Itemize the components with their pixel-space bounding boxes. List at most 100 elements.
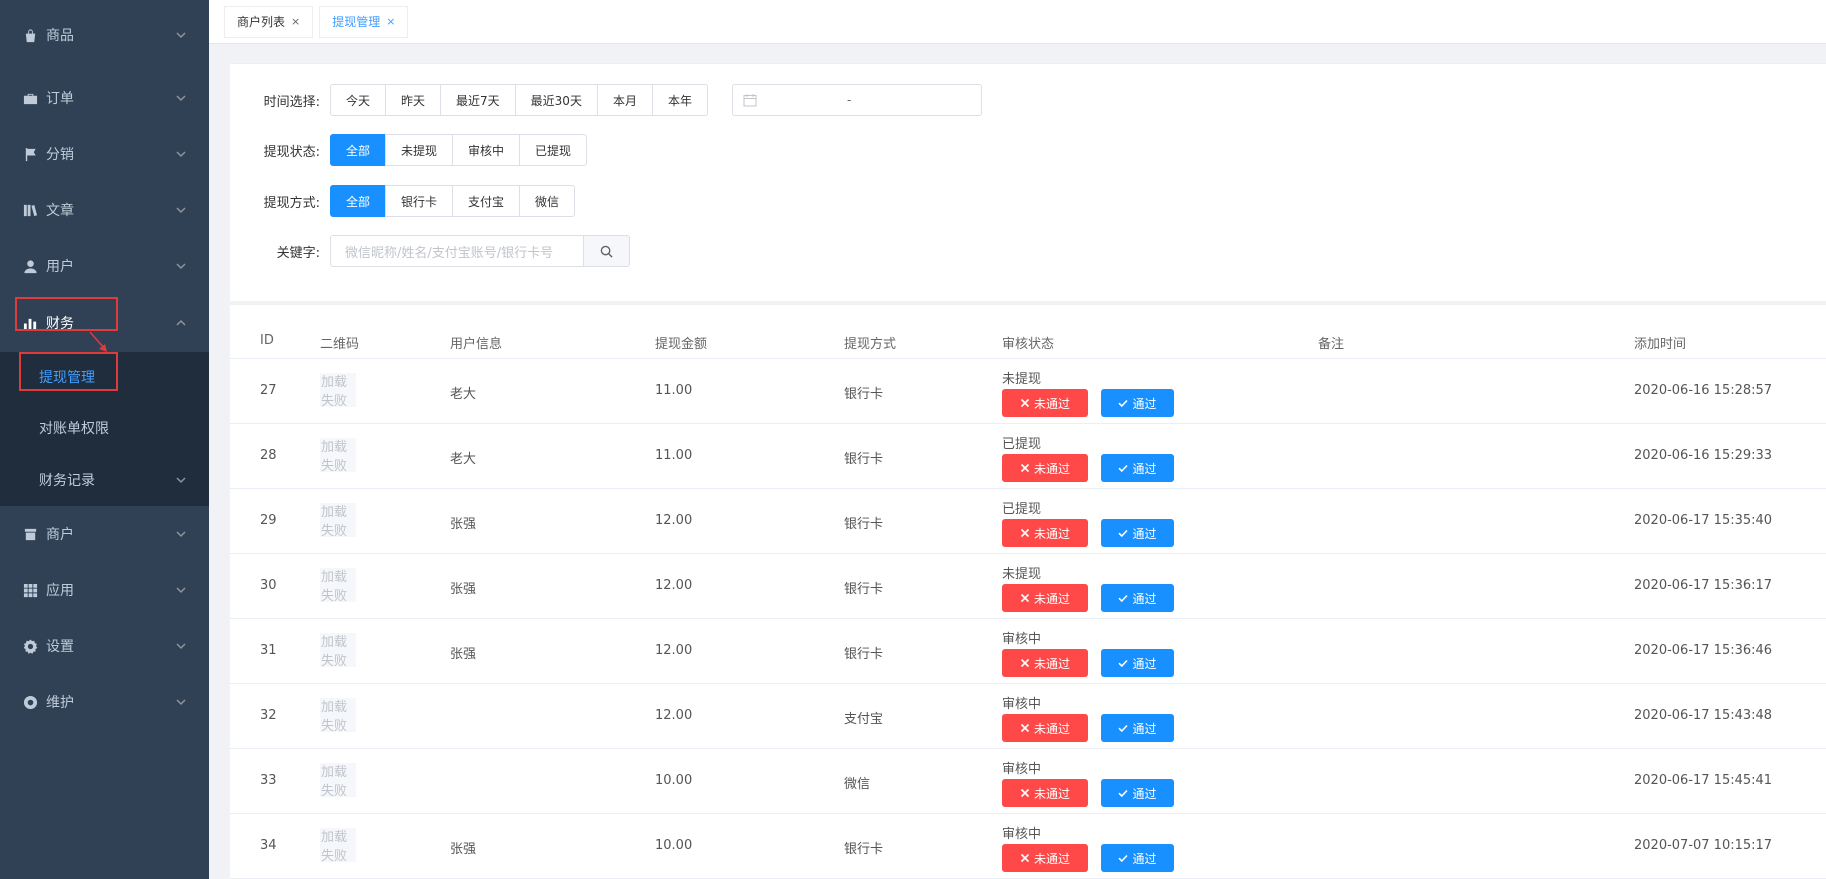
cell-amount: 10.00 — [655, 773, 693, 788]
col-header-user: 用户信息 — [450, 337, 503, 352]
time-option-year[interactable]: 本年 — [651, 84, 708, 116]
date-range-separator: - — [846, 93, 852, 107]
cell-id: 32 — [260, 708, 277, 723]
time-option-last30[interactable]: 最近30天 — [514, 84, 598, 116]
cell-user: 老大 — [450, 387, 477, 402]
table-row: 28 加载 失败 老大 11.00 银行卡 已提现 未通过 通过 2020-06… — [230, 424, 1826, 489]
cell-time: 2020-06-16 15:28:57 — [1634, 383, 1773, 398]
cell-id: 33 — [260, 773, 277, 788]
approve-button[interactable]: 通过 — [1101, 779, 1174, 807]
cell-status: 审核中 — [1002, 827, 1042, 842]
status-option-not-withdrawn[interactable]: 未提现 — [385, 134, 454, 166]
reject-button[interactable]: 未通过 — [1002, 389, 1088, 417]
sidebar-item-maintenance[interactable]: 维护 — [0, 674, 209, 730]
sidebar-subitem-withdrawal[interactable]: 提现管理 — [0, 352, 209, 402]
qrcode-image: 加载 失败 — [320, 828, 356, 862]
cell-method: 银行卡 — [844, 647, 884, 662]
sidebar-item-apps[interactable]: 应用 — [0, 562, 209, 618]
keyword-filter-label: 关键字: — [276, 245, 320, 261]
method-options: 全部 银行卡 支付宝 微信 — [330, 185, 576, 217]
approve-button[interactable]: 通过 — [1101, 844, 1174, 872]
reject-button[interactable]: 未通过 — [1002, 454, 1088, 482]
close-icon[interactable]: × — [386, 15, 395, 28]
reject-button[interactable]: 未通过 — [1002, 844, 1088, 872]
cell-status: 审核中 — [1002, 697, 1042, 712]
bar-chart-icon — [22, 315, 38, 331]
sidebar-item-label: 文章 — [46, 203, 74, 219]
approve-button[interactable]: 通过 — [1101, 714, 1174, 742]
sidebar-item-label: 用户 — [46, 259, 74, 275]
status-option-all[interactable]: 全部 — [330, 134, 387, 166]
tab-withdrawal-management[interactable]: 提现管理 × — [319, 5, 409, 38]
time-option-month[interactable]: 本月 — [596, 84, 653, 116]
cell-id: 30 — [260, 578, 277, 593]
sidebar-item-users[interactable]: 用户 — [0, 238, 209, 294]
withdrawal-table: ID 二维码 用户信息 提现金额 提现方式 审核状态 备注 添加时间 27 加载… — [230, 305, 1826, 879]
method-option-all[interactable]: 全部 — [330, 185, 387, 217]
qrcode-image: 加载 失败 — [320, 698, 356, 732]
date-range-picker[interactable]: - — [731, 84, 982, 116]
sidebar-item-finance[interactable]: 财务 — [0, 294, 209, 352]
cell-id: 27 — [260, 383, 277, 398]
method-option-alipay[interactable]: 支付宝 — [452, 185, 521, 217]
sidebar-item-articles[interactable]: 文章 — [0, 182, 209, 238]
approve-button[interactable]: 通过 — [1101, 649, 1174, 677]
time-option-yesterday[interactable]: 昨天 — [385, 84, 442, 116]
sidebar-subitem-finance-records[interactable]: 财务记录 — [0, 454, 209, 506]
method-filter-label: 提现方式: — [263, 195, 320, 211]
cell-amount: 12.00 — [655, 578, 693, 593]
reject-button[interactable]: 未通过 — [1002, 714, 1088, 742]
close-icon — [1020, 463, 1030, 473]
approve-button[interactable]: 通过 — [1101, 389, 1174, 417]
chevron-down-icon — [175, 92, 187, 104]
cell-status: 审核中 — [1002, 762, 1042, 777]
cell-time: 2020-06-17 15:36:46 — [1634, 643, 1773, 658]
check-icon — [1118, 659, 1129, 668]
time-options: 今天 昨天 最近7天 最近30天 本月 本年 — [330, 84, 708, 116]
cell-method: 银行卡 — [844, 517, 884, 532]
approve-button[interactable]: 通过 — [1101, 519, 1174, 547]
reject-button[interactable]: 未通过 — [1002, 584, 1088, 612]
status-option-reviewing[interactable]: 审核中 — [452, 134, 521, 166]
approve-button[interactable]: 通过 — [1101, 454, 1174, 482]
calendar-icon — [743, 94, 757, 107]
qrcode-image: 加载 失败 — [320, 568, 356, 602]
check-icon — [1118, 594, 1129, 603]
tab-merchant-list[interactable]: 商户列表 × — [224, 5, 314, 38]
sidebar-subitem-statement-permission[interactable]: 对账单权限 — [0, 402, 209, 454]
time-option-today[interactable]: 今天 — [330, 84, 387, 116]
reject-button[interactable]: 未通过 — [1002, 649, 1088, 677]
keyword-input[interactable]: 微信昵称/姓名/支付宝账号/银行卡号 — [330, 235, 584, 267]
sidebar-item-merchants[interactable]: 商户 — [0, 506, 209, 562]
sidebar-item-distribution[interactable]: 分销 — [0, 126, 209, 182]
cell-method: 微信 — [844, 777, 871, 792]
table-header: ID 二维码 用户信息 提现金额 提现方式 审核状态 备注 添加时间 — [230, 305, 1826, 359]
sidebar-item-orders[interactable]: 订单 — [0, 70, 209, 126]
briefcase-icon — [22, 90, 38, 106]
method-option-bank-card[interactable]: 银行卡 — [385, 185, 454, 217]
close-icon[interactable]: × — [291, 15, 300, 28]
cell-status: 审核中 — [1002, 632, 1042, 647]
method-option-wechat[interactable]: 微信 — [519, 185, 576, 217]
chevron-down-icon — [175, 204, 187, 216]
reject-button[interactable]: 未通过 — [1002, 519, 1088, 547]
cell-id: 28 — [260, 448, 277, 463]
close-icon — [1020, 853, 1030, 863]
chevron-down-icon — [175, 148, 187, 160]
check-icon — [1118, 724, 1129, 733]
chevron-down-icon — [175, 528, 187, 540]
sidebar-item-goods[interactable]: 商品 — [0, 0, 209, 70]
status-option-withdrawn[interactable]: 已提现 — [519, 134, 588, 166]
sidebar-item-settings[interactable]: 设置 — [0, 618, 209, 674]
chevron-down-icon — [175, 29, 187, 41]
cell-id: 31 — [260, 643, 277, 658]
approve-button[interactable]: 通过 — [1101, 584, 1174, 612]
qrcode-image: 加载 失败 — [320, 373, 356, 407]
sidebar-item-label: 订单 — [46, 91, 74, 107]
cell-time: 2020-07-07 10:15:17 — [1634, 838, 1773, 853]
table-row: 29 加载 失败 张强 12.00 银行卡 已提现 未通过 通过 2020-06… — [230, 489, 1826, 554]
check-icon — [1118, 789, 1129, 798]
search-button[interactable] — [584, 235, 630, 267]
reject-button[interactable]: 未通过 — [1002, 779, 1088, 807]
time-option-last7[interactable]: 最近7天 — [440, 84, 516, 116]
